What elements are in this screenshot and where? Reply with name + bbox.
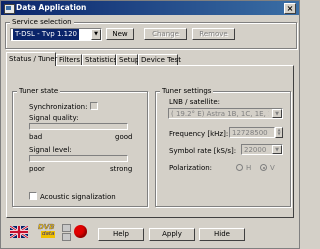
polarization-h-radio[interactable] (236, 164, 243, 171)
frequency-label: Frequency [kHz]: (169, 130, 229, 138)
synchronization-indicator (90, 102, 98, 110)
uk-flag-icon[interactable] (10, 226, 28, 238)
lnb-satellite-label: LNB / satellite: (169, 98, 220, 106)
status-indicator-top (62, 224, 71, 232)
symbol-rate-value: 22000 (244, 146, 267, 154)
signal-level-meter (29, 155, 128, 162)
level-high-label: strong (110, 165, 133, 173)
tab-status-tuner[interactable]: Status / Tuner (6, 52, 57, 66)
dvb-logo-text: DVB (38, 223, 55, 231)
signal-quality-label: Signal quality: (29, 114, 79, 122)
chevron-down-icon[interactable]: ▼ (91, 29, 101, 40)
tuner-settings-label: Tuner settings (160, 87, 214, 96)
service-selection-label: Service selection (10, 18, 74, 27)
app-window: Data Application × Service selection T-D… (0, 0, 300, 249)
dvb-data-logo: DVB data (38, 223, 58, 241)
quality-low-label: bad (29, 133, 43, 141)
tab-setup[interactable]: Setup (116, 54, 139, 65)
service-dropdown[interactable]: T-DSL - Tvp 1.120 ▼ (10, 28, 102, 41)
polarization-v-radio[interactable] (260, 164, 267, 171)
tab-statistics[interactable]: Statistics (82, 54, 117, 65)
new-button[interactable]: New (106, 28, 134, 40)
hide-button[interactable]: Hide (199, 228, 245, 241)
symbol-rate-dropdown[interactable]: 22000 ▼ (241, 144, 283, 155)
change-button[interactable]: Change (144, 28, 187, 40)
polarization-v-label[interactable]: V (270, 164, 275, 172)
close-button[interactable]: × (284, 3, 296, 14)
synchronization-label: Synchronization: (29, 103, 88, 111)
chevron-down-icon[interactable]: ▼ (272, 145, 282, 154)
remove-button[interactable]: Remove (192, 28, 235, 40)
window-title: Data Application (16, 3, 87, 12)
quality-high-label: good (115, 133, 133, 141)
record-indicator-icon (74, 225, 87, 238)
status-indicator-bottom (62, 233, 71, 241)
lnb-satellite-dropdown[interactable]: ( 19.2° E) Astra 1B, 1C, 1E, 1F, 1G, ...… (168, 108, 283, 119)
tuner-state-label: Tuner state (17, 87, 61, 96)
polarization-h-label[interactable]: H (246, 164, 251, 172)
acoustic-signalization-checkbox[interactable] (29, 192, 37, 200)
signal-level-label: Signal level: (29, 146, 72, 154)
frequency-spinner[interactable]: ▲ ▼ (275, 127, 283, 138)
polarization-label: Polarization: (169, 164, 213, 172)
tab-device-test[interactable]: Device Test (138, 54, 181, 65)
title-bar[interactable]: Data Application × (1, 1, 299, 15)
chevron-down-icon[interactable]: ▼ (272, 109, 282, 118)
apply-button[interactable]: Apply (149, 228, 195, 241)
dvb-logo-sub: data (41, 231, 56, 238)
lnb-satellite-value: ( 19.2° E) Astra 1B, 1C, 1E, 1F, 1G, ... (171, 110, 269, 118)
acoustic-signalization-label[interactable]: Acoustic signalization (40, 193, 116, 201)
frequency-value: 12728500 (232, 129, 268, 137)
frequency-input[interactable]: 12728500 (229, 127, 275, 138)
tab-filters[interactable]: Filters (56, 54, 82, 65)
signal-quality-meter (29, 123, 128, 130)
app-icon (4, 4, 15, 14)
level-low-label: poor (29, 165, 45, 173)
symbol-rate-label: Symbol rate [kS/s]: (169, 147, 237, 155)
service-selected-value: T-DSL - Tvp 1.120 (13, 29, 79, 40)
status-tuner-panel: Tuner state Synchronization: Signal qual… (6, 65, 294, 218)
help-button[interactable]: Help (98, 228, 144, 241)
